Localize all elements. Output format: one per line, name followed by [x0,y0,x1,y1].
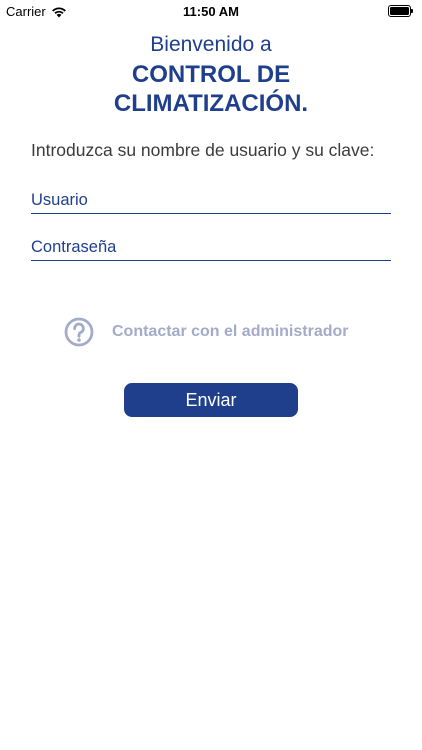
submit-button[interactable]: Enviar [124,383,298,417]
welcome-text: Bienvenido a [150,33,272,56]
status-time: 11:50 AM [183,4,239,19]
status-bar: Carrier 11:50 AM [0,0,422,22]
login-instructions: Introduzca su nombre de usuario y su cla… [31,140,375,160]
contact-admin-link[interactable]: Contactar con el administrador [64,317,349,347]
app-title: CONTROL DE CLIMATIZACIÓN. [0,60,422,118]
app-title-line-1: CONTROL DE [131,61,291,88]
battery-icon [388,5,413,17]
password-field[interactable] [31,234,391,261]
contact-admin-label: Contactar con el administrador [112,323,349,340]
help-circle-icon [64,317,94,347]
app-title-line-2: CLIMATIZACIÓN. [113,90,309,117]
username-field[interactable] [31,187,391,214]
